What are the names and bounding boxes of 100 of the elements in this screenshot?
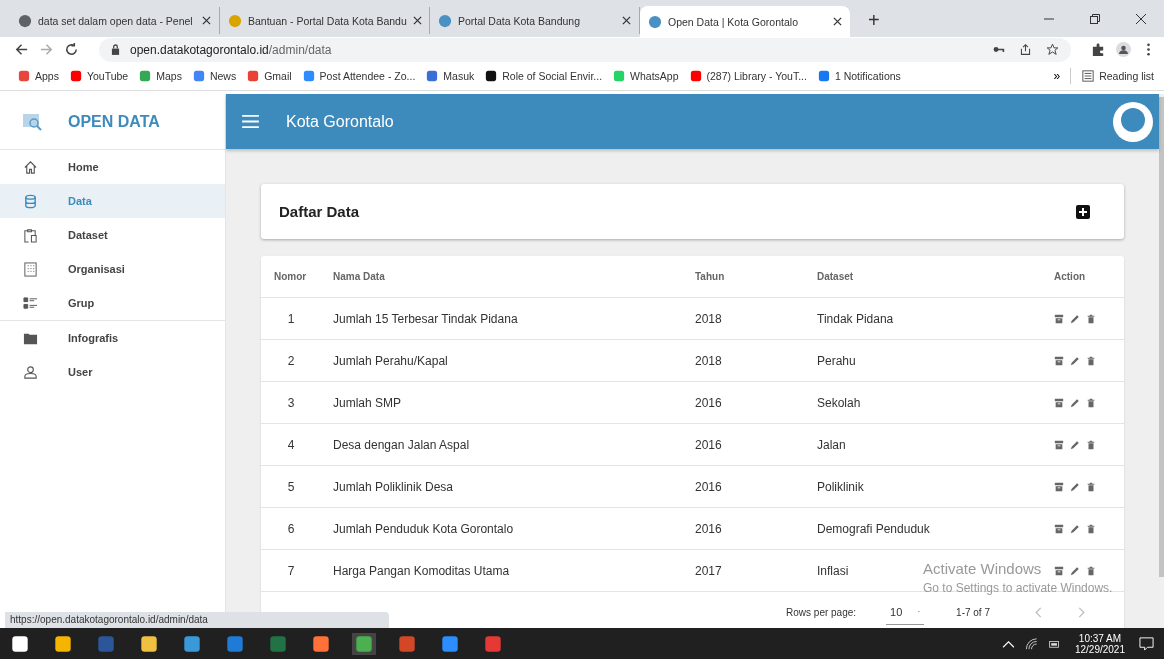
nav-item[interactable]: Home bbox=[0, 150, 225, 184]
bookmark[interactable]: 1 Notifications bbox=[817, 70, 901, 82]
table-cell: Poliklinik bbox=[817, 479, 864, 494]
bookmark-icon bbox=[192, 70, 205, 82]
bookmark[interactable]: News bbox=[192, 70, 237, 82]
browser-tab[interactable]: Bantuan - Portal Data Kota Bandu bbox=[220, 7, 430, 34]
bookmark[interactable]: Maps bbox=[139, 70, 182, 82]
column-header: Tahun bbox=[695, 271, 726, 282]
column-header: Nama Data bbox=[333, 271, 386, 282]
bookmark[interactable]: Gmail bbox=[247, 70, 292, 82]
archive-icon[interactable] bbox=[1054, 397, 1064, 408]
pencil-icon[interactable] bbox=[1070, 313, 1080, 324]
star-icon[interactable] bbox=[1046, 43, 1059, 56]
trash-icon[interactable] bbox=[1086, 439, 1096, 450]
rows-per-page-select[interactable]: 10 bbox=[886, 599, 925, 625]
bookmark-icon bbox=[485, 70, 498, 82]
table-cell: 2017 bbox=[695, 563, 722, 578]
close-icon[interactable] bbox=[1135, 13, 1147, 25]
scrollbar[interactable] bbox=[1159, 94, 1164, 628]
table-cell: Jumlah Penduduk Kota Gorontalo bbox=[333, 521, 514, 536]
address-bar[interactable]: open.datakotagorontalo.id/admin/data bbox=[99, 37, 1071, 62]
archive-icon[interactable] bbox=[1054, 523, 1064, 534]
menu-icon[interactable] bbox=[242, 115, 259, 128]
close-icon[interactable] bbox=[412, 16, 422, 25]
new-tab-button[interactable]: + bbox=[862, 8, 886, 33]
notification-icon[interactable] bbox=[1139, 636, 1154, 651]
close-icon[interactable] bbox=[833, 17, 842, 26]
nav-item[interactable]: Grup bbox=[0, 286, 225, 321]
puzzle-icon[interactable] bbox=[1091, 42, 1106, 57]
bookmark-icon bbox=[689, 70, 702, 82]
profile-icon[interactable] bbox=[1116, 42, 1131, 57]
archive-icon[interactable] bbox=[1054, 355, 1064, 366]
table-cell: Desa dengan Jalan Aspal bbox=[333, 437, 470, 452]
nav-item[interactable]: Infografis bbox=[0, 321, 225, 355]
table-cell: Jumlah Poliklinik Desa bbox=[333, 479, 454, 494]
bookmark[interactable]: YouTube bbox=[69, 70, 129, 82]
bookmark[interactable]: WhatsApp bbox=[613, 70, 679, 82]
share-icon[interactable] bbox=[1019, 43, 1032, 56]
table-cell: 2016 bbox=[695, 395, 722, 410]
wifi-icon[interactable] bbox=[1024, 637, 1038, 650]
table-cell: Jumlah Perahu/Kapal bbox=[333, 353, 448, 368]
pencil-icon[interactable] bbox=[1070, 397, 1080, 408]
archive-icon[interactable] bbox=[1054, 313, 1064, 324]
table-cell: 6 bbox=[287, 521, 295, 536]
trash-icon[interactable] bbox=[1086, 397, 1096, 408]
trash-icon[interactable] bbox=[1086, 481, 1096, 492]
pencil-icon[interactable] bbox=[1070, 523, 1080, 534]
column-header: Dataset bbox=[817, 271, 855, 282]
table-cell: Jumlah 15 Terbesar Tindak Pidana bbox=[333, 311, 518, 326]
archive-icon[interactable] bbox=[1054, 439, 1064, 450]
nav-item[interactable]: Dataset bbox=[0, 218, 225, 252]
table-cell: Demografi Penduduk bbox=[817, 521, 930, 536]
table-cell: Tindak Pidana bbox=[817, 311, 894, 326]
bookmark-icon bbox=[247, 70, 260, 82]
trash-icon[interactable] bbox=[1086, 355, 1096, 366]
bookmark[interactable]: Role of Social Envir... bbox=[485, 70, 603, 82]
pencil-icon[interactable] bbox=[1070, 565, 1080, 576]
favicon-icon bbox=[18, 13, 32, 28]
table-cell: 5 bbox=[287, 479, 295, 494]
trash-icon[interactable] bbox=[1086, 565, 1096, 576]
pencil-icon[interactable] bbox=[1070, 355, 1080, 366]
table-cell: 2 bbox=[287, 353, 295, 368]
nav-icon bbox=[23, 261, 38, 277]
reload-icon[interactable] bbox=[64, 42, 79, 57]
browser-tab[interactable]: Open Data | Kota Gorontalo bbox=[640, 6, 850, 37]
table-cell: Jumlah SMP bbox=[333, 395, 402, 410]
bookmark[interactable]: Post Attendee - Zo... bbox=[302, 70, 416, 82]
bookmark[interactable]: (287) Library - YouT... bbox=[689, 70, 807, 82]
close-icon[interactable] bbox=[202, 16, 211, 25]
bookmark[interactable]: Masuk bbox=[426, 70, 475, 82]
brand-title: OPEN DATA bbox=[68, 112, 160, 131]
add-icon[interactable] bbox=[1076, 204, 1090, 219]
bookmark-icon bbox=[69, 70, 82, 82]
nav-item[interactable]: User bbox=[0, 355, 225, 389]
page-range: 1-7 of 7 bbox=[956, 606, 990, 618]
app-title: Kota Gorontalo bbox=[286, 112, 394, 131]
trash-icon[interactable] bbox=[1086, 523, 1096, 534]
back-icon[interactable] bbox=[14, 42, 29, 57]
taskbar-app-icon[interactable] bbox=[352, 632, 376, 655]
archive-icon[interactable] bbox=[1054, 565, 1064, 576]
list-icon bbox=[1082, 70, 1095, 82]
table-cell: 2016 bbox=[695, 521, 722, 536]
bookmark[interactable]: Apps bbox=[18, 70, 59, 82]
bookmark-icon bbox=[817, 70, 830, 82]
more-bookmarks-button[interactable]: » bbox=[1047, 68, 1072, 84]
avatar-icon[interactable] bbox=[1113, 101, 1153, 142]
pencil-icon[interactable] bbox=[1070, 439, 1080, 450]
nav-icon bbox=[23, 364, 38, 380]
table-cell: 3 bbox=[287, 395, 295, 410]
favicon-icon bbox=[438, 13, 452, 28]
taskbar-clock[interactable]: 10:37 AM 12/29/2021 bbox=[1074, 632, 1125, 655]
reading-list-button[interactable]: Reading list bbox=[1082, 70, 1154, 82]
nav-item[interactable]: Organisasi bbox=[0, 252, 225, 286]
restore-icon[interactable] bbox=[1089, 13, 1101, 25]
close-icon[interactable] bbox=[622, 16, 631, 25]
browser-tab[interactable]: data set dalam open data - Penel bbox=[10, 7, 220, 34]
trash-icon[interactable] bbox=[1086, 313, 1096, 324]
archive-icon[interactable] bbox=[1054, 481, 1064, 492]
pencil-icon[interactable] bbox=[1070, 481, 1080, 492]
nav-icon bbox=[23, 159, 38, 175]
